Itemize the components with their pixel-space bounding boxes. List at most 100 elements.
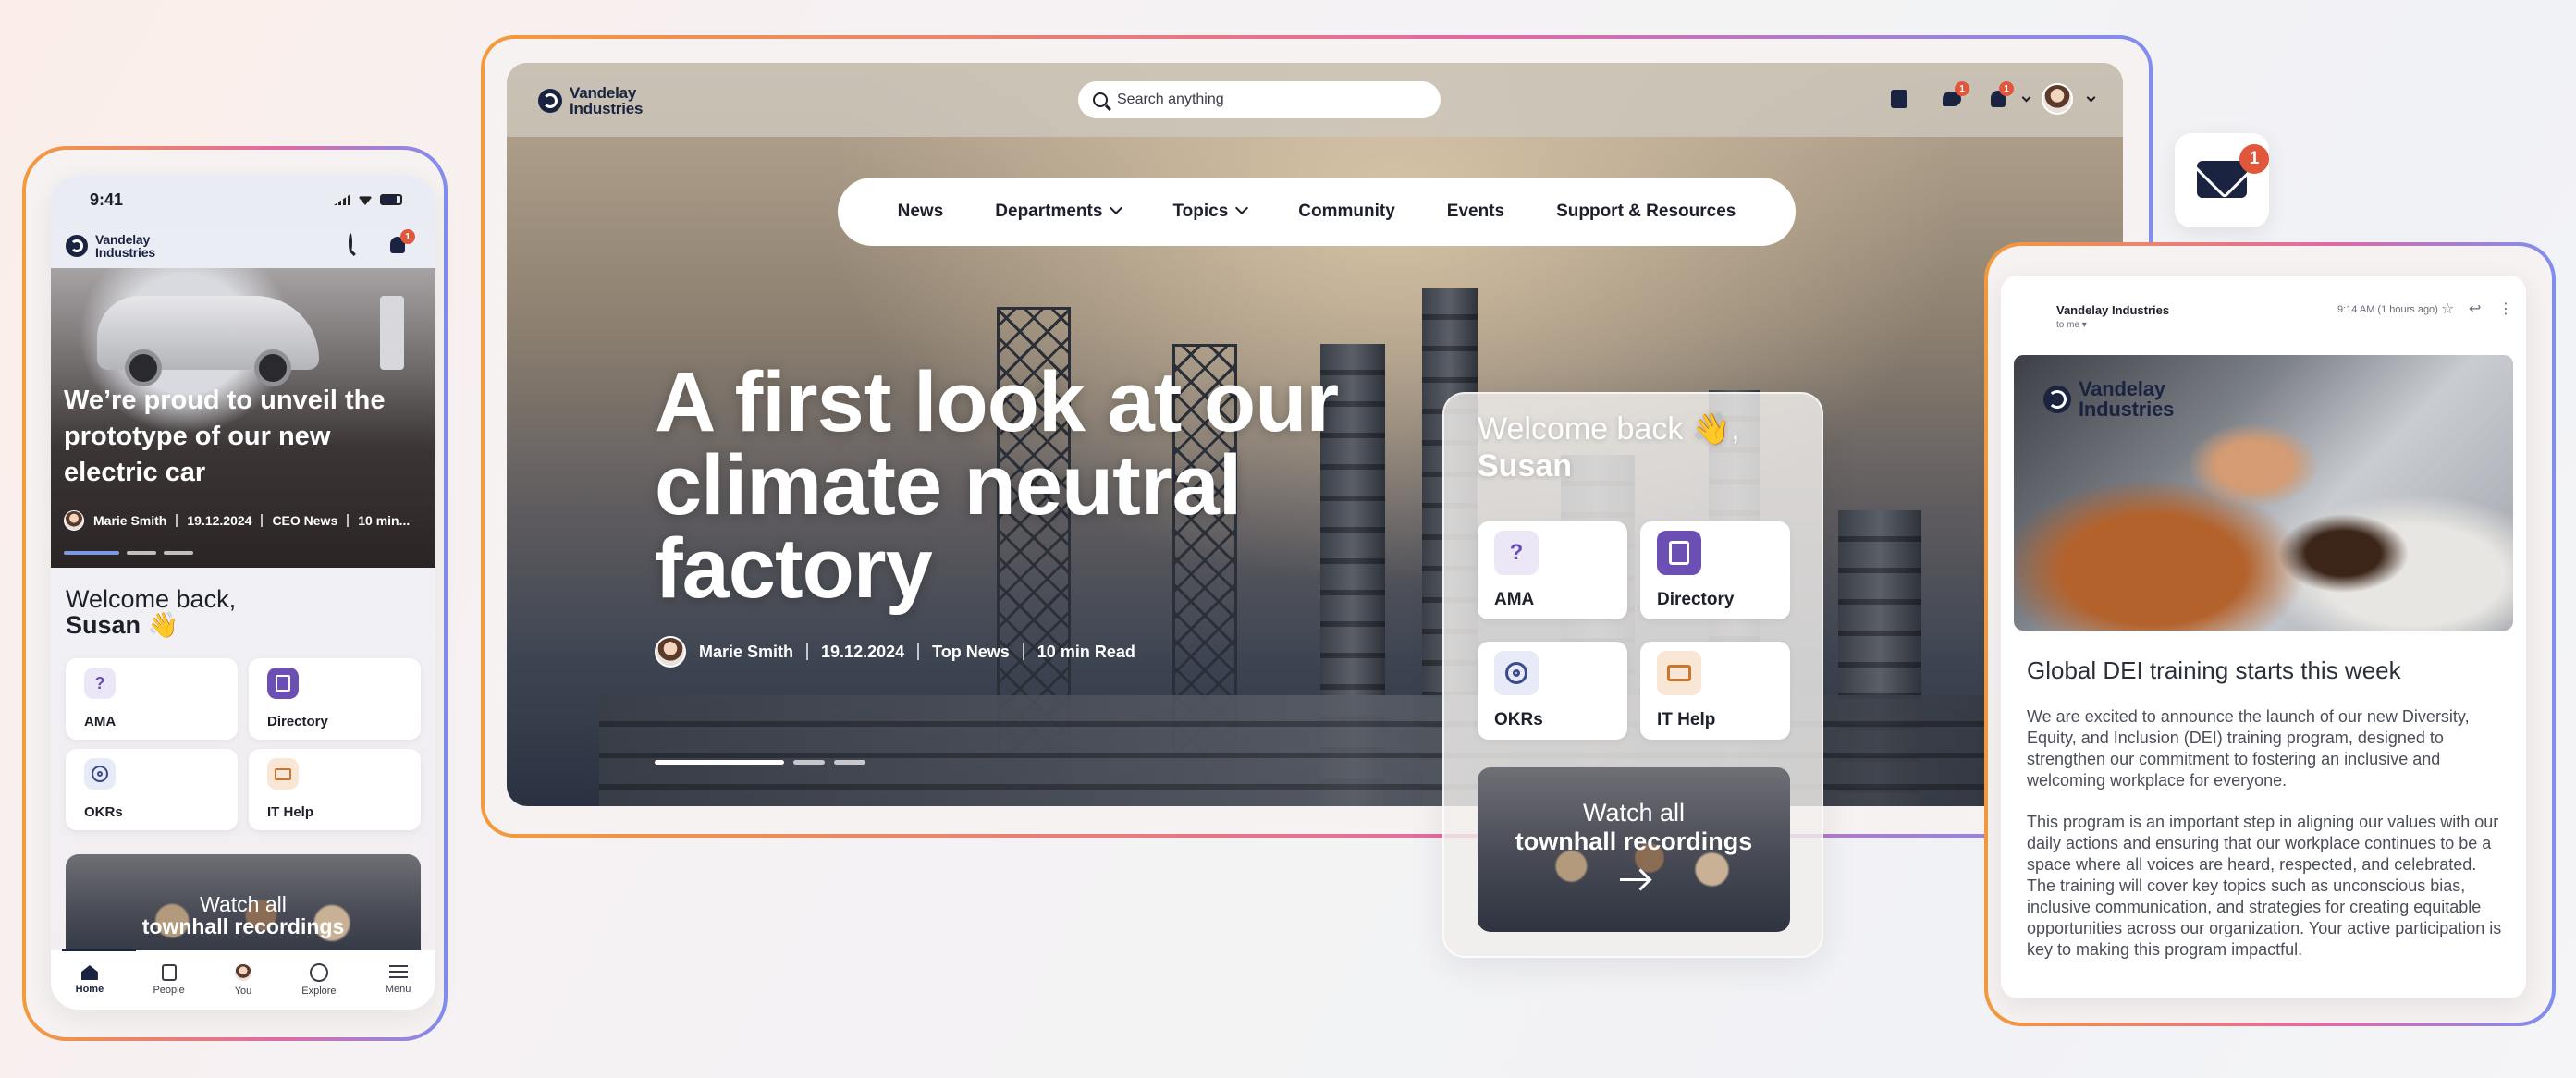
question-icon: ? [84,668,116,699]
tab-people[interactable]: People [153,964,185,996]
tab-you[interactable]: You [233,963,252,997]
bell-icon[interactable]: 1 [387,229,415,255]
charger-image [380,296,404,370]
tab-home[interactable]: Home [76,965,104,995]
globe-logo-icon [2043,386,2071,413]
active-tab-indicator [62,949,136,951]
nav-item-community[interactable]: Community [1298,202,1395,222]
mobile-welcome-heading: Welcome back, Susan 👋 [66,585,237,639]
email-subject: Global DEI training starts this week [2027,656,2401,684]
people-icon [161,964,177,981]
author-avatar [64,510,84,531]
nav-item-topics[interactable]: Topics [1172,201,1249,222]
desktop-topbar: Vandelay Industries Search anything 1 1 [507,63,2123,137]
mail-notification[interactable]: 1 [2175,133,2269,227]
search-icon[interactable] [349,233,352,252]
mobile-hero[interactable]: We’re proud to unveil the prototype of o… [51,268,435,568]
mobile-hero-meta: Marie Smith 19.12.2024 CEO News 10 min..… [64,510,410,531]
user-avatar[interactable] [2042,83,2073,115]
tile-okrs[interactable]: OKRs [1478,642,1627,740]
mail-badge: 1 [2239,144,2269,174]
tab-menu[interactable]: Menu [386,965,411,995]
home-icon [80,965,98,980]
search-input[interactable]: Search anything [1078,81,1441,118]
wifi-icon [358,196,373,205]
target-icon [1494,651,1539,695]
carousel-dot[interactable] [64,551,119,555]
nav-item-departments[interactable]: Departments [995,201,1123,222]
welcome-card: Welcome back 👋, Susan ? AMA Directory OK… [1442,392,1823,958]
factory-base [599,695,2123,806]
tile-ama[interactable]: ? AMA [66,658,238,740]
tile-it-help[interactable]: IT Help [1640,642,1790,740]
welcome-heading: Welcome back 👋, Susan [1478,411,1740,484]
hero-read-time: 10 min Read [1037,642,1135,661]
brand-logo[interactable]: Vandelay Industries [66,233,155,259]
carousel-dot[interactable] [127,551,156,555]
directory-icon[interactable] [1888,87,1912,111]
mobile-carousel-dots [64,551,193,555]
question-icon: ? [1494,531,1539,575]
status-time: 9:41 [90,190,124,209]
compass-icon [309,963,328,982]
nav-item-events[interactable]: Events [1447,202,1504,222]
hero-meta: Marie Smith 19.12.2024 Top News 10 min R… [655,636,1135,668]
nav-item-news[interactable]: News [898,202,944,222]
author-avatar [655,636,686,668]
status-icons [334,194,402,205]
mobile-tabbar: Home People You Explore Menu [51,950,435,1010]
hero-category[interactable]: Top News [932,643,1010,662]
hero-date: 19.12.2024 [821,642,905,661]
hero-headline[interactable]: A first look at our climate neutral fact… [655,360,1413,611]
chevron-down-icon[interactable] [2086,92,2096,103]
reply-icon[interactable]: ↩ [2469,300,2481,318]
bell-badge: 1 [1999,81,2014,96]
brand-logo: Vandelay Industries [2043,379,2174,420]
chevron-down-icon[interactable] [2021,92,2031,103]
email-sender[interactable]: Vandelay Industries [2056,303,2169,317]
bell-badge: 1 [400,229,415,244]
star-icon[interactable]: ☆ [2441,300,2454,318]
tile-directory[interactable]: Directory [1640,521,1790,619]
carousel-dot[interactable] [834,760,865,765]
brand-logo[interactable]: Vandelay Industries [538,85,643,116]
chevron-down-icon [1110,201,1123,215]
hero-carousel-dots [655,760,865,765]
battery-icon [380,194,402,205]
hero-author[interactable]: Marie Smith [699,643,793,662]
email-paragraph: This program is an important step in ali… [2027,813,2502,959]
carousel-dot[interactable] [164,551,193,555]
carousel-dot[interactable] [793,760,825,765]
globe-logo-icon [538,89,562,113]
contacts-book-icon [267,668,299,699]
watch-townhall-banner[interactable]: Watch all townhall recordings [1478,767,1790,932]
nav-item-support[interactable]: Support & Resources [1556,202,1736,222]
monitor-icon [1657,651,1701,695]
tile-it-help[interactable]: IT Help [249,749,421,830]
carousel-dot[interactable] [655,760,784,765]
tile-ama[interactable]: ? AMA [1478,521,1627,619]
email-paragraph: We are excited to announce the launch of… [2027,707,2470,790]
email-time: 9:14 AM (1 hours ago) [2337,304,2438,315]
tab-explore[interactable]: Explore [301,963,337,997]
contacts-book-icon [1657,531,1701,575]
user-avatar [233,963,252,982]
main-nav: News Departments Topics Community Events… [838,178,1796,246]
target-icon [84,758,116,790]
chat-icon[interactable]: 1 [1940,81,1969,111]
bell-icon[interactable]: 1 [1986,81,2014,111]
hamburger-menu-icon [388,965,408,978]
tile-okrs[interactable]: OKRs [66,749,238,830]
tile-directory[interactable]: Directory [249,658,421,740]
email-recipient[interactable]: to me ▾ [2056,320,2087,330]
more-options-icon[interactable]: ⋮ [2498,300,2513,318]
chat-badge: 1 [1955,81,1969,96]
chevron-down-icon [1235,201,1249,215]
signal-icon [334,194,350,205]
globe-logo-icon [66,235,88,257]
monitor-icon [267,758,299,790]
mobile-app-screen: 9:41 Vandelay Industries 1 We’re proud to… [51,176,435,1010]
arrow-right-icon [1620,878,1648,881]
envelope-icon [2197,161,2247,198]
email-message: Vandelay Industries to me ▾ 9:14 AM (1 h… [2001,276,2526,998]
